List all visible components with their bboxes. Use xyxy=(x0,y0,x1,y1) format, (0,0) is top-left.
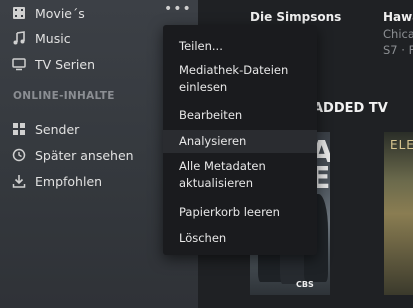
sidebar-item-label: Empfohlen xyxy=(35,173,103,189)
show-title-hawaii[interactable]: Hawa xyxy=(383,10,413,24)
section-label-online: ONLINE-INHALTE xyxy=(13,90,115,102)
menu-item-mediathek-einlesen[interactable]: Mediathek-Dateien einlesen xyxy=(163,62,317,98)
more-options-icon[interactable]: ••• xyxy=(164,2,191,17)
clock-icon xyxy=(12,148,26,162)
section-heading-added-tv: ADDED TV xyxy=(313,101,388,116)
film-icon xyxy=(12,6,26,20)
music-note-icon xyxy=(12,31,26,45)
tv-icon xyxy=(12,57,26,71)
sidebar-item-label: Später ansehen xyxy=(35,147,134,163)
menu-item-metadaten-aktualisieren[interactable]: Alle Metadaten aktualisieren xyxy=(163,158,317,194)
menu-item-bearbeiten[interactable]: Bearbeiten xyxy=(163,104,317,126)
menu-item-label: Alle Metadaten xyxy=(179,159,266,173)
menu-item-loeschen[interactable]: Löschen xyxy=(163,227,317,249)
download-icon xyxy=(12,174,26,188)
poster-title-art: ELE xyxy=(390,138,413,152)
menu-item-label: einlesen xyxy=(179,80,228,94)
show-episode-info: S7 · F xyxy=(383,43,413,57)
menu-item-teilen[interactable]: Teilen... xyxy=(163,35,317,57)
menu-item-analysieren[interactable]: Analysieren xyxy=(163,130,317,153)
poster-show[interactable]: ELE xyxy=(384,132,413,295)
sidebar-item-label: TV Serien xyxy=(35,56,96,72)
show-title-simpsons[interactable]: Die Simpsons xyxy=(250,10,341,24)
sidebar-item-label: Music xyxy=(35,30,71,46)
sidebar-item-label: Sender xyxy=(35,121,80,137)
context-menu: Teilen... Mediathek-Dateien einlesen Bea… xyxy=(163,25,317,255)
menu-item-label: aktualisieren xyxy=(179,176,254,190)
network-logo: CBS xyxy=(296,280,314,289)
menu-item-papierkorb-leeren[interactable]: Papierkorb leeren xyxy=(163,201,317,223)
sidebar-item-label: Movie´s xyxy=(35,5,85,21)
menu-item-label: Mediathek-Dateien xyxy=(179,63,289,77)
show-subtitle: Chica xyxy=(383,27,413,41)
grid-icon xyxy=(12,122,26,136)
